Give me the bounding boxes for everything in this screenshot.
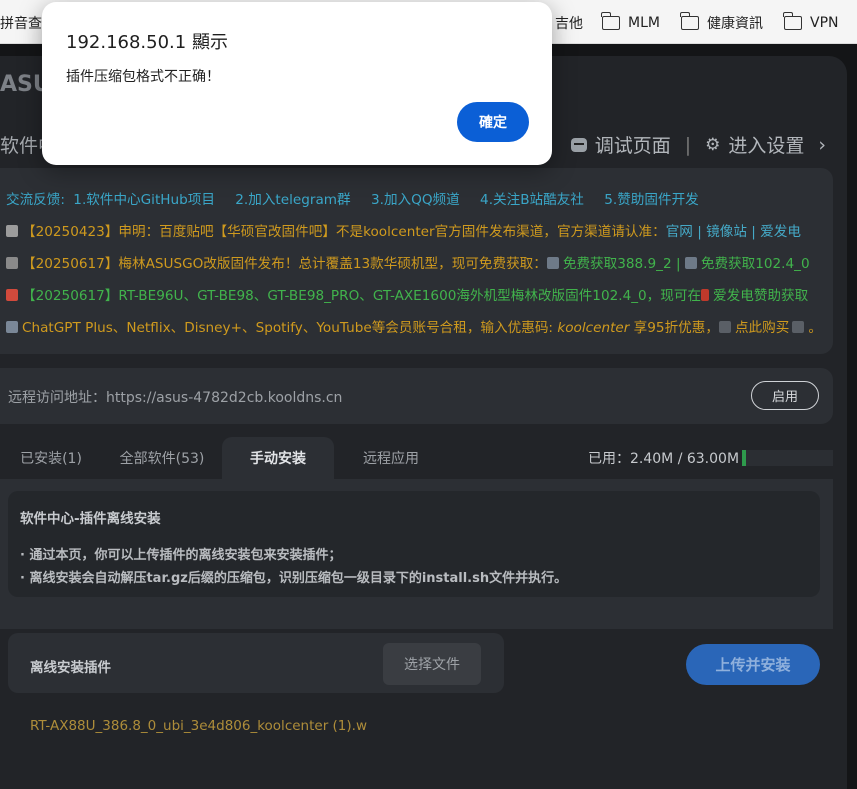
header-actions: 调试页面 | ⚙ 进入设置 › — [570, 131, 826, 158]
cart-icon — [718, 321, 731, 333]
cart-icon — [792, 321, 805, 333]
debug-page-link[interactable]: 调试页面 — [595, 131, 671, 158]
notice-line-4: ChatGPT Plus、Netflix、Disney+、Spotify、You… — [6, 316, 822, 336]
link-bilibili[interactable]: 4.关注B站酷友社 — [480, 192, 584, 208]
bookmark-folder-mlm[interactable]: MLM — [601, 12, 660, 33]
feedback-links: 交流反馈: 1.软件中心GitHub项目 2.加入telegram群 3.加入Q… — [6, 188, 715, 208]
pin-icon — [6, 289, 18, 301]
offline-install-label: 离线安装插件 — [30, 660, 111, 676]
fuel-icon — [701, 289, 710, 301]
dialog-title: 192.168.50.1 顯示 — [66, 32, 228, 53]
choose-file-button[interactable]: 选择文件 — [383, 643, 481, 685]
info-line-1: · 通过本页，你可以上传插件的离线安装包来安装插件； — [20, 548, 342, 563]
storage-usage: 已用：2.40M / 63.00M — [588, 451, 740, 467]
remote-access-box: 远程访问地址：https://asus-4782d2cb.kooldns.cn … — [0, 368, 833, 424]
info-line-2: · 离线安装会自动解压tar.gz后缀的压缩包，识别压缩包一级目录下的insta… — [20, 571, 568, 586]
free-icon — [546, 257, 559, 269]
link-afdian-sponsor[interactable]: 爱发电赞助获取 — [713, 288, 808, 304]
folder-icon — [601, 12, 620, 30]
car-icon — [6, 257, 18, 269]
header-separator: | — [684, 133, 692, 156]
notice-line-1: 【20250423】申明：百度贴吧【华硕官改固件吧】不是koolcenter官方… — [6, 220, 801, 240]
tab-manual-install[interactable]: 手动安装 — [222, 437, 334, 479]
link-official[interactable]: 官网 — [666, 224, 693, 240]
selected-filename: RT-AX88U_386.8_0_ubi_3e4d806_koolcenter … — [30, 718, 367, 734]
computer-icon — [6, 321, 18, 333]
feedback-label: 交流反馈: — [6, 192, 65, 208]
upload-install-button[interactable]: 上传并安装 — [686, 644, 820, 685]
free-icon — [684, 257, 697, 269]
section-title: 软件中心-插件离线安装 — [20, 511, 161, 527]
dialog-message: 插件压缩包格式不正确！ — [66, 69, 220, 85]
link-mirror[interactable]: 镜像站 — [706, 224, 747, 240]
pushpin-icon — [6, 225, 18, 237]
folder-icon — [783, 12, 802, 30]
link-sponsor[interactable]: 5.赞助固件开发 — [604, 192, 699, 208]
storage-usage-fill — [742, 450, 746, 466]
robot-icon — [570, 137, 587, 152]
ok-button[interactable]: 確定 — [457, 102, 529, 142]
link-qq[interactable]: 3.加入QQ频道 — [371, 192, 460, 208]
remote-access-address: 远程访问地址：https://asus-4782d2cb.kooldns.cn — [8, 390, 343, 406]
tab-installed[interactable]: 已安装(1) — [0, 437, 102, 479]
alert-dialog: 192.168.50.1 顯示 插件压缩包格式不正确！ 確定 — [42, 2, 552, 165]
gear-icon: ⚙ — [705, 134, 721, 155]
bookmark-folder-vpn[interactable]: VPN — [783, 12, 839, 33]
notice-box: 交流反馈: 1.软件中心GitHub项目 2.加入telegram群 3.加入Q… — [0, 168, 833, 354]
link-afdian[interactable]: 爱发电 — [760, 224, 801, 240]
link-free-102[interactable]: 免费获取102.4_0 — [701, 256, 810, 272]
bookmark-guitar[interactable]: 吉他 — [555, 13, 583, 33]
promo-code: koolcenter — [557, 320, 630, 336]
notice-line-3: 【20250617】RT-BE96U、GT-BE98、GT-BE98_PRO、G… — [6, 284, 808, 304]
link-telegram[interactable]: 2.加入telegram群 — [235, 192, 350, 208]
folder-icon — [680, 12, 699, 30]
enable-button[interactable]: 启用 — [751, 381, 819, 410]
storage-usage-bar — [742, 450, 833, 466]
tab-all-software[interactable]: 全部软件(53) — [102, 437, 222, 479]
notice-line-2: 【20250617】梅林ASUSGO改版固件发布！总计覆盖13款华硕机型，现可免… — [6, 252, 810, 272]
link-free-388[interactable]: 免费获取388.9_2 — [563, 256, 672, 272]
link-github[interactable]: 1.软件中心GitHub项目 — [73, 192, 215, 208]
link-buy[interactable]: 点此购买 — [735, 320, 789, 336]
enter-settings-link[interactable]: 进入设置 — [728, 131, 804, 158]
chevron-right-icon: › — [818, 133, 826, 156]
bookmark-folder-health[interactable]: 健康資訊 — [680, 12, 763, 33]
tab-remote-apps[interactable]: 远程应用 — [334, 437, 448, 479]
